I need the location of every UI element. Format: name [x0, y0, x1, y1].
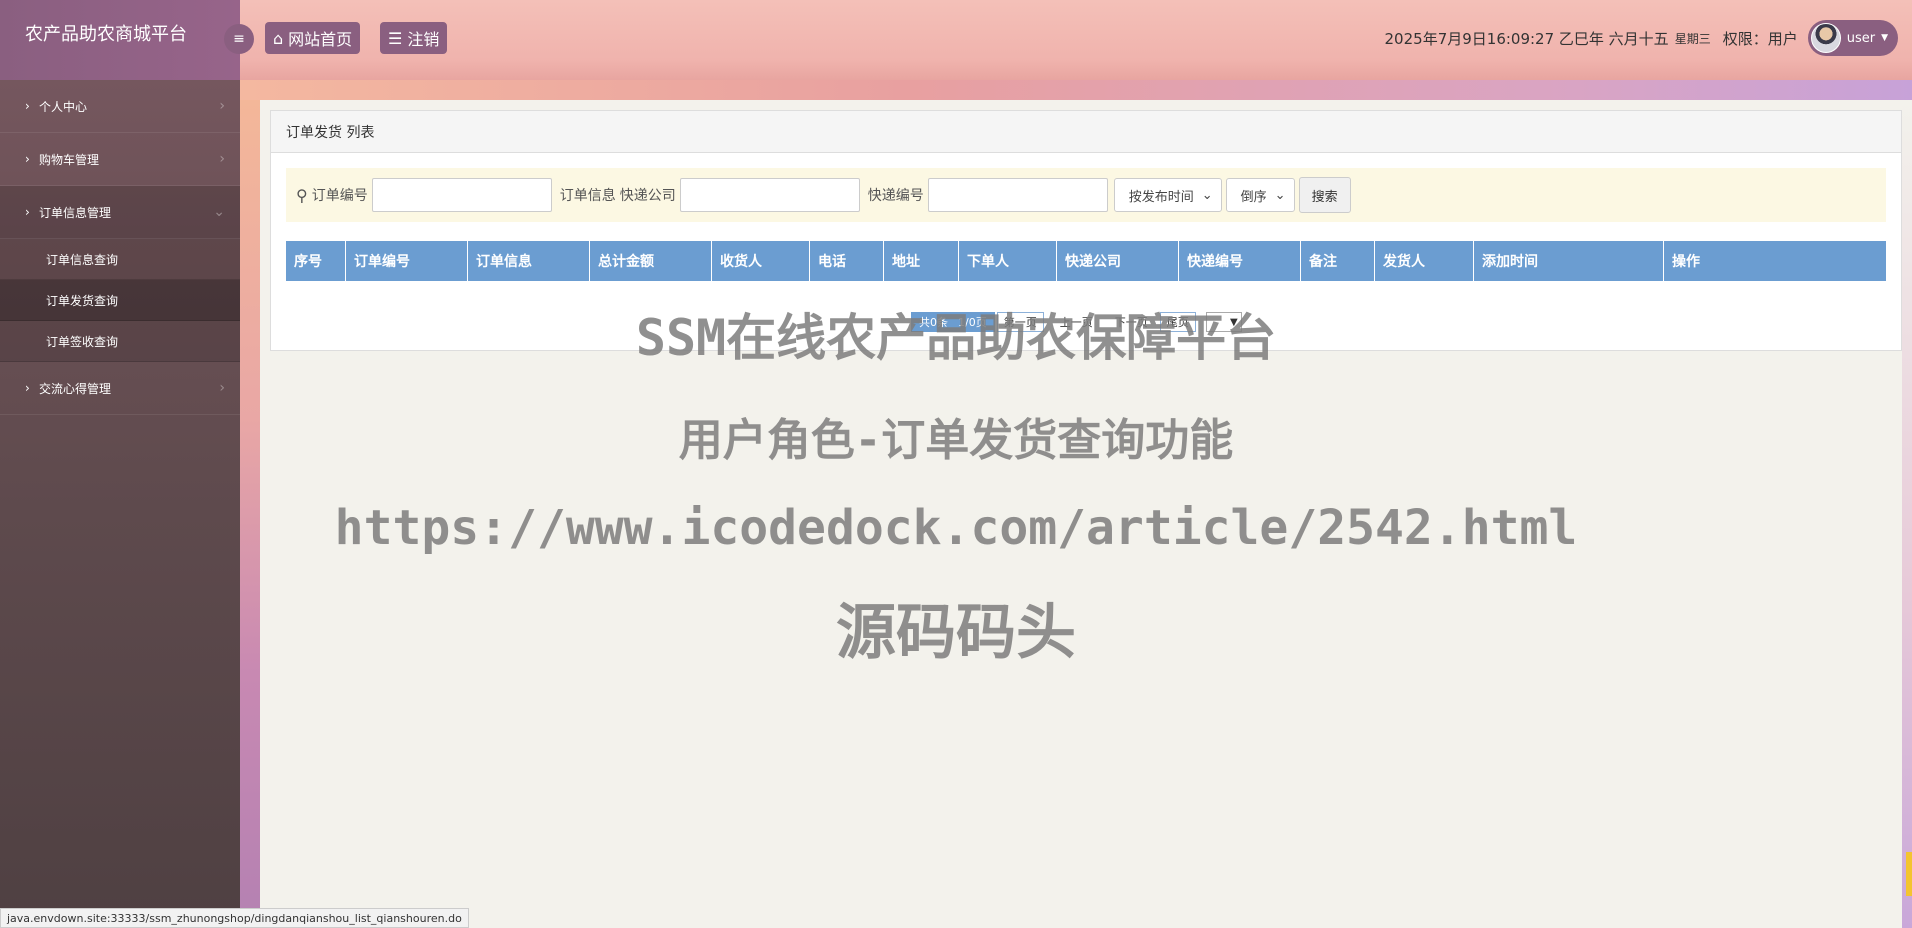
chevron-right-icon: ›: [25, 381, 30, 395]
col-header: 快递编号: [1179, 241, 1301, 281]
sidebar-item-personal-center[interactable]: › 个人中心 ›: [0, 80, 240, 133]
col-header: 序号: [286, 241, 346, 281]
pagination: 共0条 1/0页 第一页 上一页 下一页 尾页 ▼: [911, 311, 1242, 333]
sidebar-item-label: 个人中心: [39, 99, 88, 114]
col-header: 电话: [810, 241, 884, 281]
order-no-input[interactable]: [371, 178, 552, 212]
sort-field-select[interactable]: 按发布时间 ⌄: [1113, 178, 1222, 212]
header-band: [240, 80, 1912, 100]
col-header: 地址: [884, 241, 959, 281]
col-header: 备注: [1301, 241, 1375, 281]
chevron-down-icon: ⌄: [1201, 187, 1213, 203]
express-company-label: 快递公司: [619, 188, 676, 204]
chevron-right-icon: ›: [25, 205, 30, 219]
express-no-input[interactable]: [927, 178, 1108, 212]
chevron-right-icon: ›: [25, 99, 30, 113]
main-content: 订单发货 列表 ⚲ 订单编号 订单信息 快递公司 快递编号 按发布时间 ⌄ 倒序…: [260, 100, 1912, 928]
sidebar-item-cart[interactable]: › 购物车管理 ›: [0, 133, 240, 186]
sort-order-value: 倒序: [1240, 189, 1267, 205]
sidebar-item-label: 订单信息管理: [39, 205, 112, 220]
sort-order-select[interactable]: 倒序 ⌄: [1225, 178, 1295, 212]
app-title: 农产品助农商城平台: [0, 0, 240, 80]
order-info-label: 订单信息: [559, 188, 616, 204]
avatar: [1810, 23, 1841, 53]
home-icon: ⌂: [273, 28, 284, 48]
last-page-button[interactable]: 尾页: [1159, 312, 1196, 332]
weekday: 星期三: [1674, 31, 1711, 46]
search-icon: ⚲: [296, 185, 308, 205]
chevron-right-icon: ›: [219, 151, 225, 167]
user-menu[interactable]: user ▼: [1807, 20, 1898, 56]
search-button[interactable]: 搜索: [1298, 177, 1351, 213]
sidebar-item-orders[interactable]: › 订单信息管理 ⌄: [0, 186, 240, 239]
decorative-strip: [240, 80, 260, 928]
col-header: 下单人: [959, 241, 1057, 281]
pager-count: 共0条: [911, 312, 956, 332]
username: user: [1846, 30, 1876, 46]
search-bar: ⚲ 订单编号 订单信息 快递公司 快递编号 按发布时间 ⌄ 倒序 ⌄ 搜索: [286, 168, 1886, 222]
sidebar: 农产品助农商城平台 › 个人中心 › › 购物车管理 › › 订单信息管理 ⌄ …: [0, 0, 240, 928]
col-header: 总计金额: [590, 241, 712, 281]
col-header: 订单编号: [346, 241, 468, 281]
prev-page-button[interactable]: 上一页: [1054, 314, 1099, 330]
express-company-input[interactable]: [679, 178, 860, 212]
sidebar-item-label: 交流心得管理: [39, 381, 112, 396]
list-panel: 订单发货 列表 ⚲ 订单编号 订单信息 快递公司 快递编号 按发布时间 ⌄ 倒序…: [270, 110, 1902, 351]
right-edge-decoration: [1902, 100, 1912, 928]
sidebar-toggle-button[interactable]: ≡: [224, 24, 254, 54]
logout-button-label: 注销: [407, 30, 440, 49]
first-page-button[interactable]: 第一页: [996, 312, 1044, 332]
side-tab[interactable]: [1906, 852, 1912, 896]
sort-field-value: 按发布时间: [1128, 189, 1194, 205]
table-header: 序号 订单编号 订单信息 总计金额 收货人 电话 地址 下单人 快递公司 快递编…: [286, 241, 1886, 281]
col-header: 快递公司: [1057, 241, 1179, 281]
sidebar-subitem-receipt-query[interactable]: 订单签收查询: [0, 321, 240, 362]
logout-button[interactable]: ☰ 注销: [380, 22, 448, 54]
col-header: 收货人: [712, 241, 810, 281]
col-header: 添加时间: [1474, 241, 1664, 281]
sidebar-item-experience[interactable]: › 交流心得管理 ›: [0, 362, 240, 415]
next-page-button[interactable]: 下一页: [1109, 314, 1154, 330]
menu-icon: ≡: [233, 31, 245, 47]
chevron-down-icon: ⌄: [213, 204, 225, 220]
header: ⌂ 网站首页 ☰ 注销 2025年7月9日16:09:27 乙巳年 六月十五 星…: [240, 0, 1912, 80]
panel-title: 订单发货 列表: [271, 111, 1901, 153]
express-no-label: 快递编号: [867, 188, 924, 204]
order-no-label: 订单编号: [311, 188, 368, 204]
home-button-label: 网站首页: [288, 30, 353, 49]
chevron-right-icon: ›: [219, 380, 225, 396]
chevron-down-icon: ▼: [1230, 316, 1238, 328]
browser-status-bar: java.envdown.site:33333/ssm_zhunongshop/…: [0, 908, 469, 928]
chevron-down-icon: ⌄: [1274, 187, 1286, 203]
col-header: 操作: [1672, 254, 1700, 270]
page-select[interactable]: ▼: [1205, 312, 1242, 332]
header-info: 2025年7月9日16:09:27 乙巳年 六月十五 星期三 权限：用户 use…: [1385, 20, 1898, 56]
col-header: 发货人: [1375, 241, 1474, 281]
pager-pages: 1/0页: [956, 312, 995, 332]
datetime: 2025年7月9日16:09:27 乙巳年 六月十五: [1384, 29, 1669, 48]
chevron-right-icon: ›: [219, 98, 225, 114]
role-label: 权限：用户: [1722, 29, 1798, 48]
caret-down-icon: ▼: [1881, 33, 1888, 43]
chevron-right-icon: ›: [25, 152, 30, 166]
list-icon: ☰: [388, 28, 403, 48]
sidebar-subitem-order-query[interactable]: 订单信息查询: [0, 239, 240, 280]
sidebar-subitem-shipping-query[interactable]: 订单发货查询: [0, 280, 240, 321]
home-button[interactable]: ⌂ 网站首页: [265, 22, 361, 54]
sidebar-item-label: 购物车管理: [39, 152, 100, 167]
col-header: 订单信息: [468, 241, 590, 281]
